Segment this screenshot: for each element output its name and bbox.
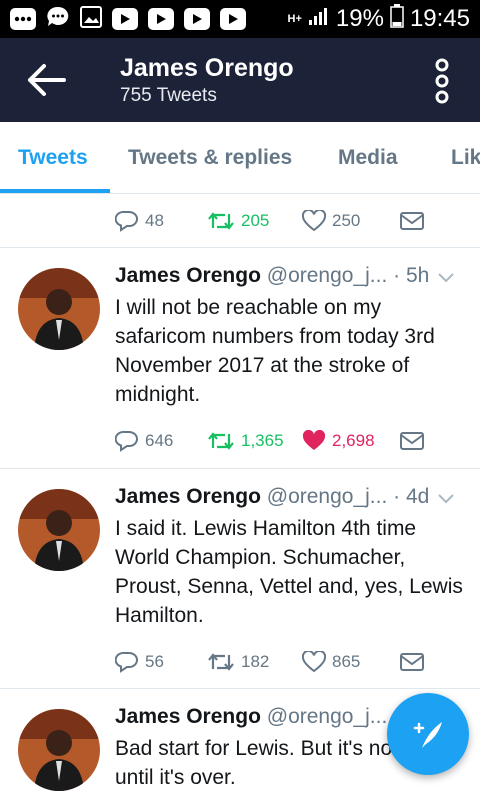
reply-icon	[115, 430, 138, 452]
tweet-header: James Orengo @orengo_j... · 5h	[115, 264, 429, 288]
heart-icon	[302, 210, 326, 232]
youtube-icon-1	[112, 8, 138, 30]
network-type: H+	[287, 13, 302, 25]
retweet-count: 205	[241, 211, 270, 230]
more-vert-icon	[435, 58, 449, 104]
reply-icon	[115, 210, 138, 232]
like-count: 865	[332, 652, 361, 671]
tweet-time: · 4d	[393, 485, 430, 508]
compose-tweet-button[interactable]	[387, 693, 469, 775]
author-handle: @orengo_j...	[266, 705, 388, 728]
tweet-text: I said it. Lewis Hamilton 4th time World…	[115, 517, 463, 627]
author-name[interactable]: James Orengo	[115, 485, 261, 508]
author-handle: @orengo_j...	[266, 264, 388, 287]
battery-icon	[390, 3, 404, 35]
gallery-icon	[80, 5, 102, 33]
share-button[interactable]	[400, 211, 424, 231]
youtube-icon-2	[148, 8, 174, 30]
share-button[interactable]	[400, 431, 424, 451]
reply-button[interactable]: 646	[115, 430, 207, 452]
reply-button[interactable]: 56	[115, 651, 207, 673]
youtube-icon-4	[220, 8, 246, 30]
tweet-count: 755 Tweets	[120, 85, 217, 106]
reply-count: 48	[145, 211, 164, 230]
reply-button[interactable]: 48	[115, 210, 207, 232]
tweet-header: James Orengo @orengo_j...	[115, 705, 387, 729]
signal-icon	[308, 5, 330, 33]
tweet-item[interactable]: James Orengo @orengo_j... · 5h I will no…	[0, 248, 480, 469]
compose-feather-icon	[413, 722, 442, 748]
retweet-button[interactable]: 182	[207, 651, 302, 673]
profile-header: James Orengo 755 Tweets	[0, 38, 480, 122]
retweet-icon	[208, 653, 234, 671]
reply-count: 56	[145, 652, 164, 671]
author-handle: @orengo_j...	[266, 485, 388, 508]
heart-filled-icon	[302, 430, 326, 450]
avatar[interactable]	[18, 709, 100, 791]
tweet-menu-button[interactable]	[438, 491, 454, 509]
tweet-time: · 5h	[393, 264, 430, 287]
author-name[interactable]: James Orengo	[115, 705, 261, 728]
tab-tweets-replies[interactable]: Tweets & replies	[128, 146, 292, 170]
mail-icon	[400, 432, 424, 450]
retweet-icon	[208, 432, 234, 450]
arrow-back-icon	[28, 64, 66, 96]
mail-icon	[400, 653, 424, 671]
tweet-item[interactable]: James Orengo @orengo_j... · 4d I said it…	[0, 469, 480, 689]
youtube-icon-3	[184, 8, 210, 30]
notification-icons	[10, 5, 246, 34]
share-button[interactable]	[400, 652, 424, 672]
mail-icon	[400, 212, 424, 230]
retweet-count: 1,365	[241, 431, 284, 450]
chat-icon	[46, 5, 70, 34]
tweet-header: James Orengo @orengo_j... · 4d	[115, 485, 429, 509]
reply-count: 646	[145, 431, 174, 450]
battery-percent: 19%	[335, 5, 384, 32]
chevron-down-icon	[438, 273, 454, 283]
avatar[interactable]	[18, 268, 100, 350]
tab-media[interactable]: Media	[338, 146, 398, 170]
like-button[interactable]: 250	[302, 210, 400, 232]
status-bar: H+ 19% 19:45	[0, 0, 480, 38]
tweet-text: I will not be reachable on my safaricom …	[115, 296, 435, 406]
overflow-menu-button[interactable]	[430, 58, 454, 104]
like-count: 2,698	[332, 431, 375, 450]
partial-tweet-actions: 48 205 250	[0, 194, 480, 248]
author-name[interactable]: James Orengo	[115, 264, 261, 287]
bbm-icon	[10, 8, 36, 30]
tweet-menu-button[interactable]	[438, 270, 454, 288]
like-button[interactable]: 2,698	[302, 430, 400, 452]
tab-likes[interactable]: Likes	[451, 146, 480, 170]
chevron-down-icon	[438, 494, 454, 504]
tab-tweets[interactable]: Tweets	[18, 146, 88, 170]
back-button[interactable]	[24, 60, 68, 100]
like-count: 250	[332, 211, 361, 230]
retweet-button[interactable]: 1,365	[207, 430, 302, 452]
clock: 19:45	[409, 5, 470, 32]
profile-name: James Orengo	[120, 54, 294, 82]
retweet-button[interactable]: 205	[207, 210, 302, 232]
reply-icon	[115, 651, 138, 673]
retweet-icon	[208, 212, 234, 230]
avatar[interactable]	[18, 489, 100, 571]
active-tab-indicator	[0, 189, 110, 193]
retweet-count: 182	[241, 652, 270, 671]
like-button[interactable]: 865	[302, 651, 400, 673]
heart-icon	[302, 651, 326, 673]
profile-tabs: Tweets Tweets & replies Media Likes	[0, 122, 480, 194]
